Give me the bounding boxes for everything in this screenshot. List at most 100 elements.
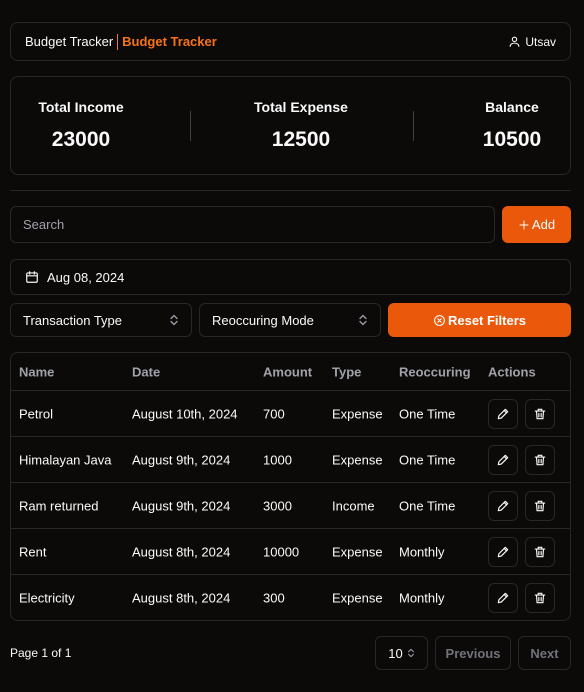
cell-amount: 10000	[263, 544, 300, 559]
user-name: Utsav	[525, 34, 556, 49]
edit-button[interactable]	[488, 583, 518, 613]
column-header-actions: Actions	[488, 364, 536, 379]
cell-date: August 10th, 2024	[132, 406, 238, 421]
pencil-icon	[497, 546, 509, 557]
cell-type: Income	[332, 498, 375, 513]
column-header-reoccuring: Reoccuring	[399, 364, 471, 379]
transaction-type-select[interactable]: Transaction Type	[10, 303, 192, 337]
table-row: Ram returned August 9th, 2024 3000 Incom…	[11, 483, 570, 529]
column-header-name: Name	[19, 364, 55, 379]
page-size-select[interactable]: 10	[375, 636, 428, 670]
cell-type: Expense	[332, 452, 383, 467]
column-header-type: Type	[332, 364, 362, 379]
income-value: 23000	[51, 128, 111, 151]
table-row: Rent August 8th, 2024 10000 Expense Mont…	[11, 529, 570, 575]
trash-icon	[534, 500, 546, 511]
transaction-type-value: Transaction Type	[23, 312, 122, 328]
add-label: Add	[531, 217, 556, 232]
column-header-date: Date	[132, 364, 161, 379]
cell-name: Rent	[19, 544, 47, 559]
cell-reoccuring: One Time	[399, 452, 456, 467]
pencil-icon	[497, 408, 509, 419]
cell-date: August 8th, 2024	[132, 544, 231, 559]
date-picker[interactable]: Aug 08, 2024	[10, 259, 571, 295]
cell-reoccuring: One Time	[399, 406, 456, 421]
balance-stat: Balance 10500	[447, 99, 577, 152]
pencil-icon	[497, 500, 509, 511]
pencil-icon	[497, 454, 509, 465]
reoccuring-mode-value: Reoccuring Mode	[212, 312, 314, 328]
close-circle-icon	[433, 314, 446, 327]
delete-button[interactable]	[525, 490, 555, 521]
transactions-table: Name Date Amount Type Reoccuring Actions…	[10, 352, 571, 621]
chevron-updown-icon	[407, 648, 415, 658]
table-header-row: Name Date Amount Type Reoccuring Actions	[11, 353, 570, 391]
reset-filters-button[interactable]: Reset Filters	[388, 303, 571, 337]
cell-name: Ram returned	[19, 498, 99, 513]
cell-date: August 9th, 2024	[132, 498, 231, 513]
plus-icon	[518, 219, 530, 231]
cell-date: August 8th, 2024	[132, 590, 231, 606]
cell-amount: 3000	[263, 498, 292, 513]
pencil-icon	[497, 592, 509, 604]
delete-button[interactable]	[525, 444, 555, 475]
cell-amount: 1000	[263, 452, 292, 467]
edit-button[interactable]	[488, 444, 518, 475]
cell-type: Expense	[332, 590, 383, 606]
brand-divider	[117, 33, 119, 50]
cell-type: Expense	[332, 544, 383, 559]
reset-label: Reset Filters	[447, 312, 527, 328]
page-info: Page 1 of 1	[10, 646, 72, 660]
cell-reoccuring: Monthly	[399, 590, 445, 606]
cell-amount: 300	[263, 590, 285, 606]
edit-button[interactable]	[488, 398, 518, 429]
expense-value: 12500	[271, 128, 331, 151]
chevron-updown-icon	[169, 314, 179, 326]
trash-icon	[534, 408, 546, 419]
table-row: Electricity August 8th, 2024 300 Expense…	[11, 575, 570, 620]
section-divider	[10, 190, 571, 191]
user-icon	[508, 35, 521, 48]
cell-type: Expense	[332, 406, 383, 421]
delete-button[interactable]	[525, 398, 555, 429]
stat-divider	[413, 111, 414, 141]
cell-name: Petrol	[19, 406, 53, 421]
cell-name: Electricity	[19, 590, 75, 606]
stat-divider	[190, 111, 191, 141]
trash-icon	[534, 546, 546, 557]
calendar-icon	[25, 270, 39, 284]
balance-value: 10500	[482, 128, 542, 151]
trash-icon	[534, 592, 546, 604]
brand-title: Budget Tracker	[25, 34, 114, 49]
cell-name: Himalayan Java	[19, 452, 112, 467]
reoccuring-mode-select[interactable]: Reoccuring Mode	[199, 303, 381, 337]
table-row: Petrol August 10th, 2024 700 Expense One…	[11, 391, 570, 437]
edit-button[interactable]	[488, 536, 518, 567]
table-row: Himalayan Java August 9th, 2024 1000 Exp…	[11, 437, 570, 483]
brand[interactable]: Budget Tracker Budget Tracker	[25, 33, 217, 50]
brand-title-accent: Budget Tracker	[122, 34, 217, 49]
cell-date: August 9th, 2024	[132, 452, 231, 467]
edit-button[interactable]	[488, 490, 518, 521]
expense-label: Total Expense	[254, 99, 348, 115]
expense-stat: Total Expense 12500	[231, 99, 371, 152]
user-menu[interactable]: Utsav	[508, 35, 556, 49]
balance-label: Balance	[485, 99, 539, 115]
date-value: Aug 08, 2024	[47, 269, 125, 285]
delete-button[interactable]	[525, 583, 555, 613]
summary-card: Total Income 23000 Total Expense 12500 B…	[10, 76, 571, 175]
delete-button[interactable]	[525, 536, 555, 567]
trash-icon	[534, 454, 546, 465]
page-size-value: 10	[388, 645, 403, 661]
next-page-button[interactable]: Next	[518, 636, 571, 670]
cell-reoccuring: Monthly	[399, 544, 445, 559]
add-button[interactable]: Add	[502, 206, 571, 243]
column-header-amount: Amount	[263, 364, 313, 379]
chevron-updown-icon	[358, 314, 368, 326]
income-label: Total Income	[38, 99, 124, 115]
income-stat: Total Income 23000	[11, 99, 151, 152]
cell-amount: 700	[263, 406, 285, 421]
previous-page-button[interactable]: Previous	[435, 636, 511, 670]
search-input[interactable]	[10, 206, 495, 243]
top-navbar: Budget Tracker Budget Tracker Utsav	[10, 22, 571, 61]
